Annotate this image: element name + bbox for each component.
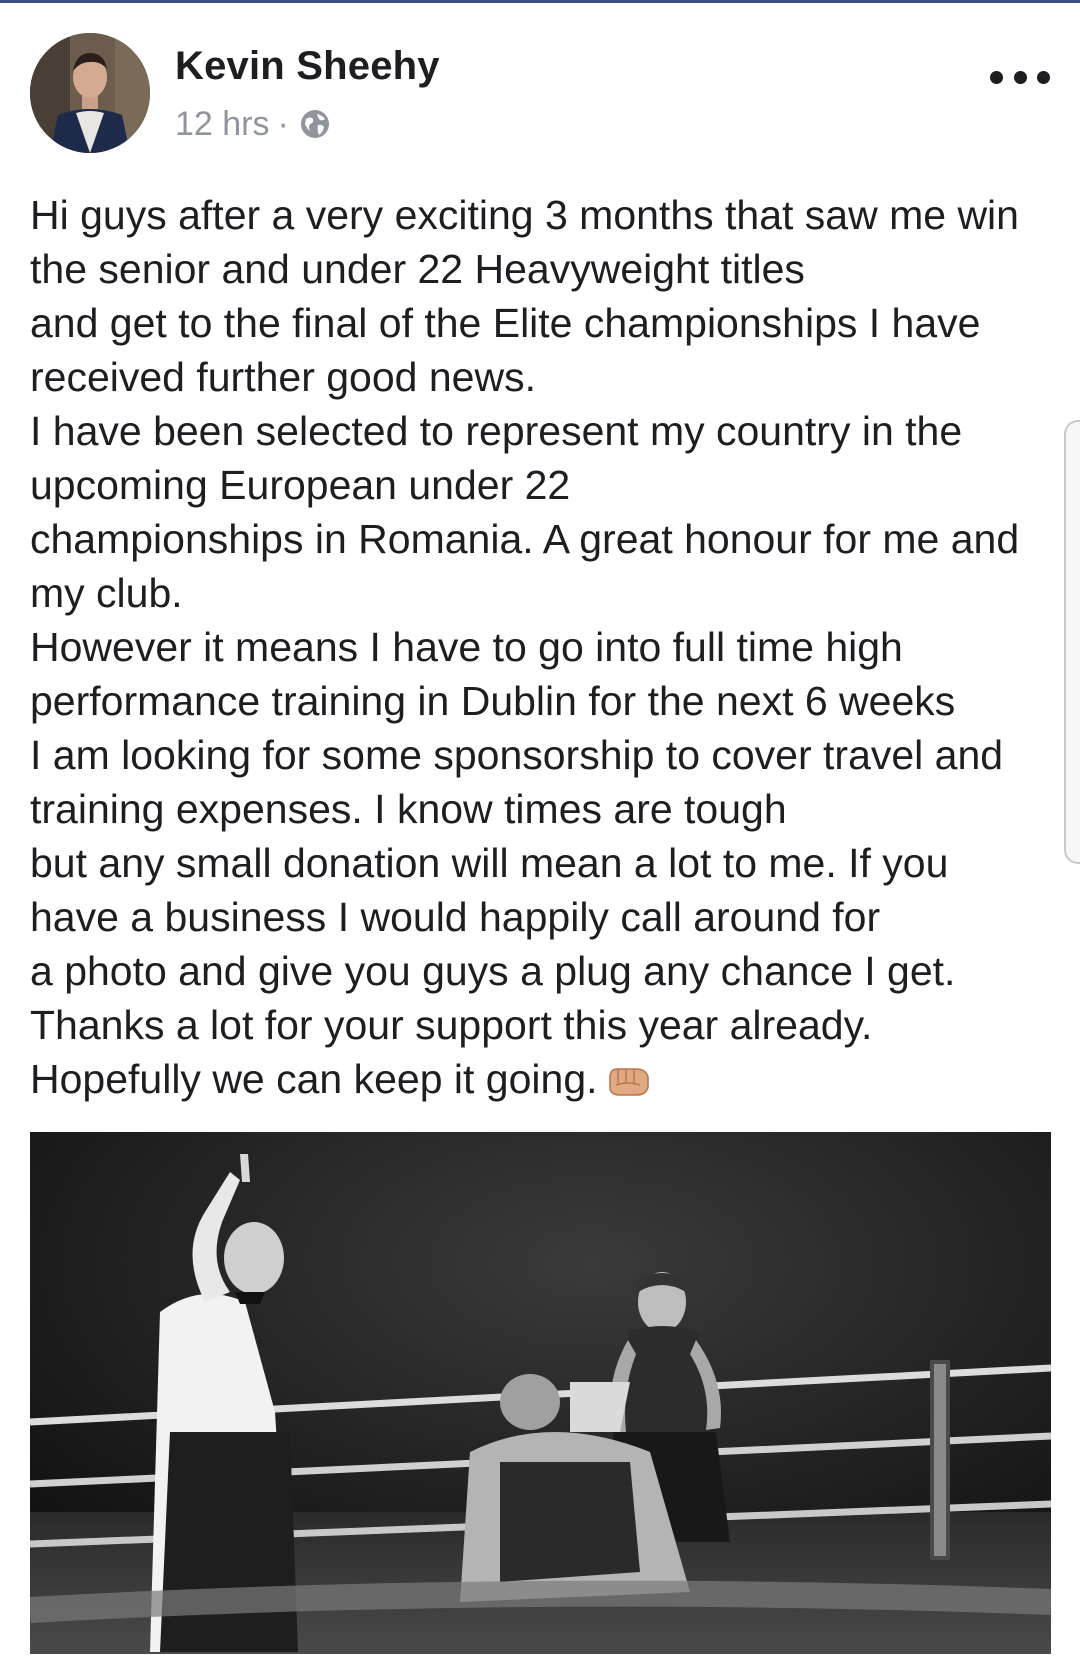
- fist-bump-icon: [606, 1058, 652, 1096]
- author-avatar[interactable]: [30, 33, 150, 153]
- post-line: training expenses. I know times are toug…: [30, 786, 787, 832]
- post-header: Kevin Sheehy 12 hrs ·: [0, 0, 1080, 160]
- boxing-ring-photo[interactable]: [30, 1132, 1051, 1654]
- author-name[interactable]: Kevin Sheehy: [175, 44, 440, 89]
- post-line: Thanks a lot for your support this year …: [30, 1002, 873, 1048]
- more-options-button[interactable]: [990, 62, 1050, 92]
- post-line: have a business I would happily call aro…: [30, 894, 881, 940]
- post-line: a photo and give you guys a plug any cha…: [30, 948, 956, 994]
- post-line: However it means I have to go into full …: [30, 624, 903, 670]
- post-line: and get to the final of the Elite champi…: [30, 300, 981, 346]
- post-body: Hi guys after a very exciting 3 months t…: [30, 188, 1070, 1106]
- post-timestamp[interactable]: 12 hrs: [175, 105, 270, 144]
- post-line: my club.: [30, 570, 183, 616]
- meta-separator: ·: [277, 104, 289, 143]
- post-line-last: Hopefully we can keep it going.: [30, 1052, 1070, 1106]
- scroll-edge-handle[interactable]: [1064, 420, 1080, 864]
- post-line: the senior and under 22 Heavyweight titl…: [30, 246, 805, 292]
- post-line: but any small donation will mean a lot t…: [30, 840, 949, 886]
- post-line-text: Hopefully we can keep it going.: [30, 1056, 598, 1102]
- post-line: I am looking for some sponsorship to cov…: [30, 732, 1004, 778]
- post-line: Hi guys after a very exciting 3 months t…: [30, 192, 1019, 238]
- post-meta: 12 hrs ·: [175, 102, 331, 146]
- post-line: I have been selected to represent my cou…: [30, 408, 963, 454]
- post-line: upcoming European under 22: [30, 462, 571, 508]
- post-line: championships in Romania. A great honour…: [30, 516, 1020, 562]
- more-options-icon: [990, 70, 1003, 84]
- globe-icon: [299, 108, 331, 140]
- post-line: received further good news.: [30, 354, 536, 400]
- post-line: performance training in Dublin for the n…: [30, 678, 956, 724]
